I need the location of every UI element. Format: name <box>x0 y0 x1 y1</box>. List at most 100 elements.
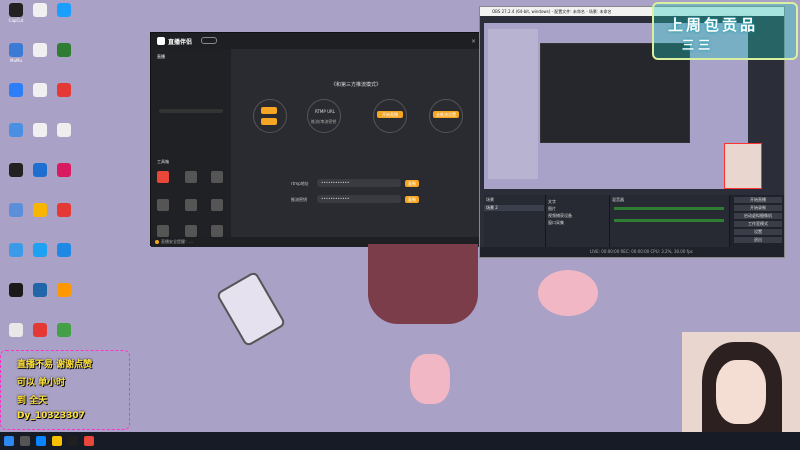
desktop-icon[interactable] <box>52 122 76 152</box>
desktop-icon[interactable]: CapCut <box>4 2 28 32</box>
close-icon[interactable]: × <box>471 38 476 45</box>
app-icon <box>9 203 23 217</box>
sidebar-nav: 直播 <box>155 53 227 61</box>
desktop-icon[interactable] <box>28 2 52 32</box>
desktop-icon[interactable] <box>4 282 28 312</box>
windows-start-icon[interactable] <box>4 436 14 446</box>
step-1 <box>253 99 287 133</box>
tool-more-icon[interactable] <box>157 225 169 237</box>
nav-tab-live[interactable]: 直播 <box>157 54 165 60</box>
desktop-icon[interactable] <box>28 202 52 232</box>
live-studio-taskbar-icon[interactable] <box>84 436 94 446</box>
app-icon <box>33 243 47 257</box>
tool-extra-icon[interactable] <box>211 225 223 237</box>
sidebar: 直播 工具箱 <box>151 49 231 247</box>
app-icon <box>33 83 47 97</box>
tool-music-icon[interactable] <box>157 199 169 211</box>
desktop-icon[interactable] <box>52 242 76 272</box>
desktop-icon[interactable] <box>28 42 52 72</box>
app-icon <box>57 43 71 57</box>
desktop-icon[interactable] <box>28 122 52 152</box>
desktop-icon[interactable] <box>4 162 28 192</box>
step1-button-2[interactable] <box>261 118 277 125</box>
copy-key-button[interactable]: 复制 <box>405 196 419 203</box>
desktop-icon-label: CapCut <box>8 18 24 23</box>
obs-taskbar-icon[interactable] <box>68 436 78 446</box>
app-icon <box>9 323 23 337</box>
anime-character-skirt <box>368 244 478 324</box>
app-icon <box>33 163 47 177</box>
desktop-icon[interactable] <box>52 282 76 312</box>
desktop-icon[interactable] <box>52 322 76 352</box>
search-icon[interactable] <box>20 436 30 446</box>
desktop-icon[interactable] <box>52 202 76 232</box>
step1-button[interactable] <box>261 107 277 114</box>
settings-button[interactable]: 设置 <box>734 229 782 235</box>
desktop-icon[interactable]: MuMu <box>4 42 28 72</box>
rtmp-label: rtmp地址 <box>291 181 309 186</box>
desktop-icon[interactable] <box>28 322 52 352</box>
app-icon <box>57 203 71 217</box>
top-banner: 上周包贡品 三 三 <box>652 2 798 60</box>
step4-button[interactable]: 去推流设置 <box>433 111 459 118</box>
audio-meter-2 <box>614 219 724 222</box>
step2-sub: 推流/串流密钥 <box>311 119 337 124</box>
app-logo-icon <box>157 37 165 45</box>
desktop-icon[interactable] <box>4 322 28 352</box>
desktop-icon[interactable] <box>4 122 28 152</box>
tool-gift-icon[interactable] <box>211 199 223 211</box>
start-streaming-button[interactable]: 开始直播 <box>734 197 782 203</box>
tool-pk-icon[interactable] <box>211 171 223 183</box>
preview-desktop-icons <box>488 29 538 179</box>
app-icon <box>33 3 47 17</box>
mode-heading: 《和第三方推流模式》 <box>331 82 382 88</box>
desktop-icon[interactable] <box>28 242 52 272</box>
tool-settings-icon[interactable] <box>185 225 197 237</box>
scene-item[interactable]: 场景 2 <box>484 205 544 211</box>
desktop-icon[interactable] <box>4 242 28 272</box>
key-field[interactable]: •••••••••••• <box>317 195 401 203</box>
key-label: 推流密钥 <box>291 197 307 202</box>
desktop-icon[interactable] <box>28 162 52 192</box>
tool-beauty-icon[interactable] <box>185 171 197 183</box>
audio-meter-1 <box>614 207 724 210</box>
exit-button[interactable]: 退出 <box>734 237 782 243</box>
edge-icon[interactable] <box>36 436 46 446</box>
banner-text-2: 三 三 <box>682 38 711 52</box>
desktop-icon[interactable] <box>52 42 76 72</box>
desktop-icon[interactable] <box>52 162 76 192</box>
overlay-line-1: 直播不易 谢谢点赞 <box>17 360 93 370</box>
start-recording-button[interactable]: 开始录制 <box>734 205 782 211</box>
app-icon <box>9 243 23 257</box>
source-item[interactable]: 文字 <box>548 199 608 206</box>
app-icon <box>57 243 71 257</box>
desktop-icon[interactable] <box>52 2 76 32</box>
preview-webcam <box>724 143 762 189</box>
step3-button[interactable]: 开始直播 <box>377 111 403 118</box>
app-icon <box>57 323 71 337</box>
desktop-icon[interactable] <box>4 202 28 232</box>
desktop-icon[interactable] <box>28 82 52 112</box>
tools-label: 工具箱 <box>157 159 169 164</box>
source-item[interactable]: 图片 <box>548 206 608 213</box>
file-explorer-icon[interactable] <box>52 436 62 446</box>
live-studio-window: 直播伴侣 × 直播 工具箱 《和第三方推流模式》 RTMP URL 推流/串流密… <box>150 32 483 247</box>
source-item[interactable]: 视频捕获设备 <box>548 213 608 220</box>
rtmp-field[interactable]: •••••••••••• <box>317 179 401 187</box>
virtual-camera-button[interactable]: 启动虚拟摄像机 <box>734 213 782 219</box>
source-item[interactable]: 窗口采集 <box>548 220 608 227</box>
app-icon <box>9 123 23 137</box>
app-icon <box>33 283 47 297</box>
tool-live-icon[interactable] <box>157 171 169 183</box>
app-icon <box>9 43 23 57</box>
desktop-icon[interactable] <box>4 82 28 112</box>
app-icon <box>9 83 23 97</box>
app-icon <box>9 3 23 17</box>
tool-game-icon[interactable] <box>185 199 197 211</box>
app-brand: 直播伴侣 <box>168 39 193 46</box>
streamer-overlay: 直播不易 谢谢点赞 可以 单小时 到 全天 Dy_10323307 <box>0 350 130 430</box>
studio-mode-button[interactable]: 工作室模式 <box>734 221 782 227</box>
copy-rtmp-button[interactable]: 复制 <box>405 180 419 187</box>
desktop-icon[interactable] <box>52 82 76 112</box>
desktop-icon[interactable] <box>28 282 52 312</box>
